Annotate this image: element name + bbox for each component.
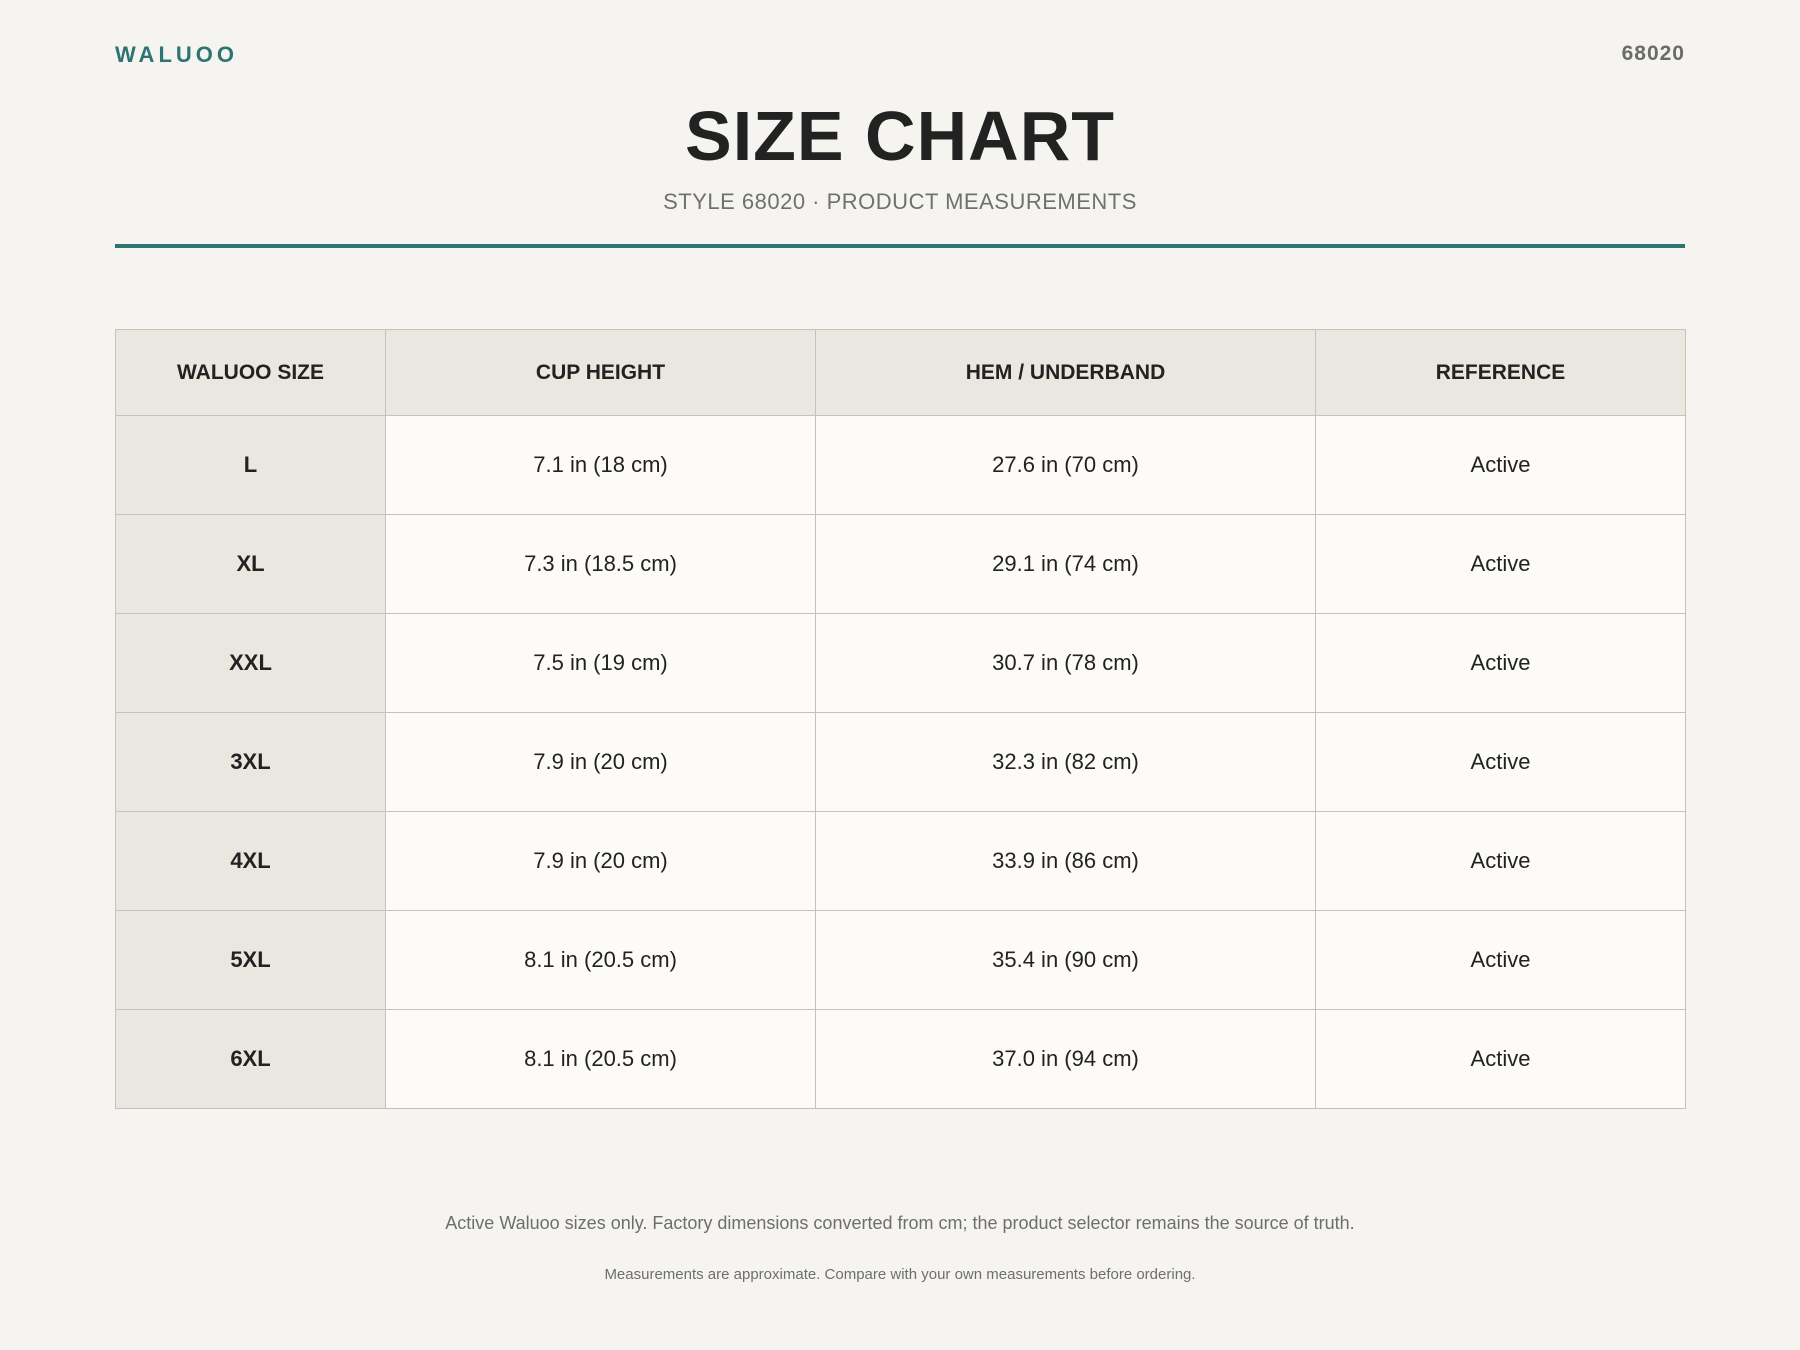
style-code: 68020: [1621, 42, 1685, 65]
table-row: XL 7.3 in (18.5 cm) 29.1 in (74 cm) Acti…: [115, 514, 1686, 614]
cup-height-cell: 7.1 in (18 cm): [385, 415, 816, 515]
reference-cell: Active: [1315, 415, 1686, 515]
column-header-reference: REFERENCE: [1315, 329, 1686, 416]
header-divider: [115, 244, 1685, 248]
hem-underband-cell: 32.3 in (82 cm): [815, 712, 1316, 812]
page-subtitle: STYLE 68020 · PRODUCT MEASUREMENTS: [663, 189, 1137, 214]
size-cell: XL: [115, 514, 386, 614]
size-cell: 5XL: [115, 910, 386, 1010]
table-row: 6XL 8.1 in (20.5 cm) 37.0 in (94 cm) Act…: [115, 1009, 1686, 1109]
reference-cell: Active: [1315, 613, 1686, 713]
column-header-size: WALUOO SIZE: [115, 329, 386, 416]
hem-underband-cell: 33.9 in (86 cm): [815, 811, 1316, 911]
reference-cell: Active: [1315, 712, 1686, 812]
page-title: SIZE CHART: [685, 97, 1115, 175]
column-header-cup-height: CUP HEIGHT: [385, 329, 816, 416]
table-row: 3XL 7.9 in (20 cm) 32.3 in (82 cm) Activ…: [115, 712, 1686, 812]
table-header-row: WALUOO SIZE CUP HEIGHT HEM / UNDERBAND R…: [115, 329, 1686, 416]
cup-height-cell: 7.5 in (19 cm): [385, 613, 816, 713]
cup-height-cell: 7.9 in (20 cm): [385, 712, 816, 812]
reference-cell: Active: [1315, 514, 1686, 614]
cup-height-cell: 7.3 in (18.5 cm): [385, 514, 816, 614]
hem-underband-cell: 30.7 in (78 cm): [815, 613, 1316, 713]
hem-underband-cell: 29.1 in (74 cm): [815, 514, 1316, 614]
reference-cell: Active: [1315, 1009, 1686, 1109]
reference-cell: Active: [1315, 811, 1686, 911]
footer-note: Active Waluoo sizes only. Factory dimens…: [445, 1213, 1355, 1233]
cup-height-cell: 7.9 in (20 cm): [385, 811, 816, 911]
brand-logo: WALUOO: [115, 42, 238, 67]
size-cell: 3XL: [115, 712, 386, 812]
footer-disclaimer: Measurements are approximate. Compare wi…: [604, 1266, 1196, 1283]
table-row: 4XL 7.9 in (20 cm) 33.9 in (86 cm) Activ…: [115, 811, 1686, 911]
cup-height-cell: 8.1 in (20.5 cm): [385, 1009, 816, 1109]
table-row: 5XL 8.1 in (20.5 cm) 35.4 in (90 cm) Act…: [115, 910, 1686, 1010]
hem-underband-cell: 35.4 in (90 cm): [815, 910, 1316, 1010]
size-cell: L: [115, 415, 386, 515]
size-chart-page: WALUOO 68020 SIZE CHART STYLE 68020 · PR…: [0, 0, 1800, 1350]
table-row: L 7.1 in (18 cm) 27.6 in (70 cm) Active: [115, 415, 1686, 515]
reference-cell: Active: [1315, 910, 1686, 1010]
hem-underband-cell: 37.0 in (94 cm): [815, 1009, 1316, 1109]
column-header-hem-underband: HEM / UNDERBAND: [815, 329, 1316, 416]
cup-height-cell: 8.1 in (20.5 cm): [385, 910, 816, 1010]
size-table: WALUOO SIZE CUP HEIGHT HEM / UNDERBAND R…: [115, 329, 1686, 1109]
size-cell: XXL: [115, 613, 386, 713]
table-row: XXL 7.5 in (19 cm) 30.7 in (78 cm) Activ…: [115, 613, 1686, 713]
size-cell: 6XL: [115, 1009, 386, 1109]
hem-underband-cell: 27.6 in (70 cm): [815, 415, 1316, 515]
size-cell: 4XL: [115, 811, 386, 911]
